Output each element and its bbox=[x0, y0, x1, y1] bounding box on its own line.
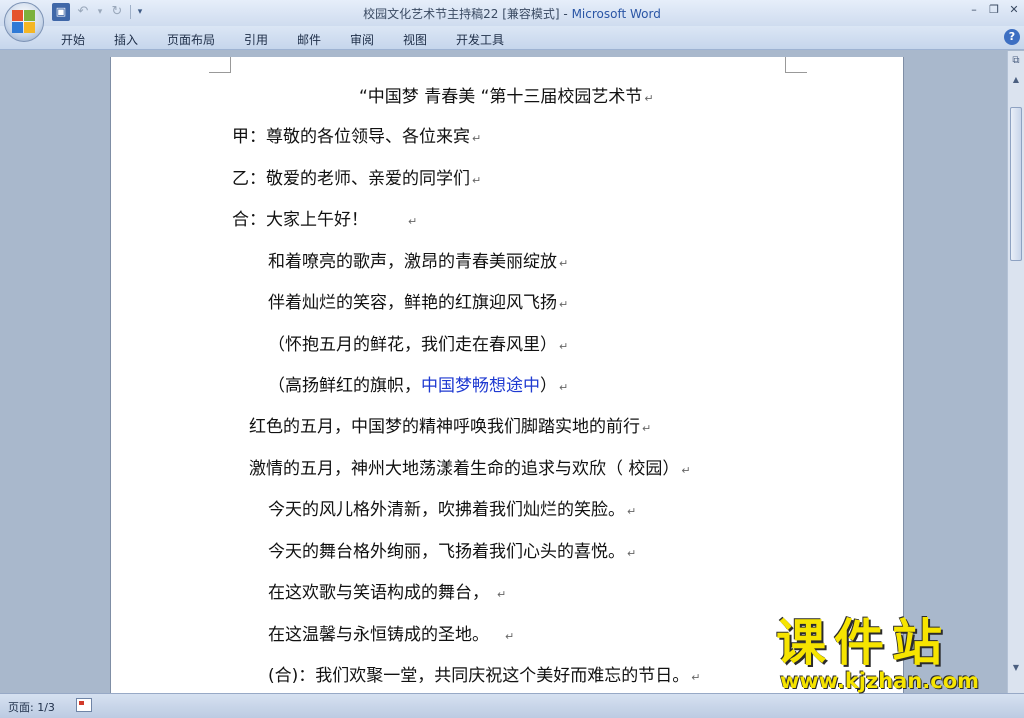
window-controls: – ❐ ✕ bbox=[968, 3, 1020, 16]
tab-insert[interactable]: 插入 bbox=[114, 31, 138, 48]
title-separator: - bbox=[559, 7, 572, 21]
document-title: “中国梦 青春美 “第十三届校园艺术节 ↵ bbox=[359, 87, 654, 107]
crop-mark-top-left bbox=[209, 57, 231, 73]
watermark-logo: 课件站 www.kjzhan.com bbox=[770, 615, 1010, 695]
close-icon[interactable]: ✕ bbox=[1008, 3, 1020, 16]
watermark-main-text: 课件站 bbox=[776, 614, 950, 672]
tab-page-layout[interactable]: 页面布局 bbox=[167, 31, 215, 48]
paragraph: 乙：敬爱的老师、亲爱的同学们 ↵ bbox=[232, 169, 482, 189]
paragraph: （高扬鲜红的旗帜，中国梦畅想途中） ↵ bbox=[268, 376, 569, 396]
paragraph: 激情的五月，神州大地荡漾着生命的追求与欢欣（ 校园） ↵ bbox=[249, 459, 691, 479]
paragraph: (合)：我们欢聚一堂，共同庆祝这个美好而难忘的节日。 ↵ bbox=[268, 666, 701, 686]
scroll-down-icon[interactable]: ▼ bbox=[1009, 661, 1023, 675]
paragraph: 甲：尊敬的各位领导、各位来宾 ↵ bbox=[232, 127, 482, 147]
tab-review[interactable]: 审阅 bbox=[350, 31, 374, 48]
tab-references[interactable]: 引用 bbox=[244, 31, 268, 48]
tab-home[interactable]: 开始 bbox=[61, 31, 85, 48]
paragraph: 在这温馨与永恒铸成的圣地。 ↵ bbox=[268, 625, 515, 645]
window-title: 校园文化艺术节主持稿22 [兼容模式] - Microsoft Word bbox=[0, 5, 1024, 22]
minimize-icon[interactable]: – bbox=[968, 3, 980, 16]
office-logo-icon bbox=[12, 10, 36, 34]
paragraph: 合：大家上午好！ ↵ bbox=[232, 210, 418, 230]
app-name: Microsoft Word bbox=[571, 7, 661, 21]
title-bar: ▣ ↶ ▾ ↻ ▾ 校园文化艺术节主持稿22 [兼容模式] - Microsof… bbox=[0, 0, 1024, 26]
paragraph: 伴着灿烂的笑容，鲜艳的红旗迎风飞扬 ↵ bbox=[268, 293, 569, 313]
highlighted-text: 中国梦畅想途中 bbox=[421, 376, 540, 396]
vertical-scrollbar[interactable]: ⧉ ▲ ▼ bbox=[1007, 51, 1024, 693]
ribbon-tabs: 开始 插入 页面布局 引用 邮件 审阅 视图 开发工具 ? bbox=[0, 26, 1024, 50]
ruler-toggle-icon[interactable]: ⧉ bbox=[1010, 55, 1022, 67]
help-icon[interactable]: ? bbox=[1004, 29, 1020, 45]
page-count[interactable]: 页面: 1/3 bbox=[8, 699, 55, 715]
crop-mark-top-right bbox=[785, 57, 807, 73]
paragraph: （怀抱五月的鲜花，我们走在春风里） ↵ bbox=[268, 335, 569, 355]
paragraph: 红色的五月，中国梦的精神呼唤我们脚踏实地的前行 ↵ bbox=[249, 417, 652, 437]
paragraph: 和着嘹亮的歌声，激昂的青春美丽绽放 ↵ bbox=[268, 252, 569, 272]
proofing-icon[interactable] bbox=[76, 698, 92, 712]
document-name: 校园文化艺术节主持稿22 [兼容模式] bbox=[363, 7, 560, 21]
tab-developer[interactable]: 开发工具 bbox=[456, 31, 504, 48]
restore-icon[interactable]: ❐ bbox=[988, 3, 1000, 16]
scroll-up-icon[interactable]: ▲ bbox=[1009, 73, 1023, 87]
paragraph: 今天的风儿格外清新，吹拂着我们灿烂的笑脸。 ↵ bbox=[268, 500, 637, 520]
document-workspace: “中国梦 青春美 “第十三届校园艺术节 ↵ 甲：尊敬的各位领导、各位来宾 ↵ 乙：敬… bbox=[0, 51, 1007, 693]
status-bar: 页面: 1/3 bbox=[0, 693, 1024, 718]
tab-view[interactable]: 视图 bbox=[403, 31, 427, 48]
tab-mailings[interactable]: 邮件 bbox=[297, 31, 321, 48]
office-button[interactable] bbox=[4, 2, 44, 42]
scroll-thumb[interactable] bbox=[1010, 107, 1022, 261]
document-page[interactable]: “中国梦 青春美 “第十三届校园艺术节 ↵ 甲：尊敬的各位领导、各位来宾 ↵ 乙：敬… bbox=[110, 57, 904, 693]
paragraph: 在这欢歌与笑语构成的舞台， ↵ bbox=[268, 583, 507, 603]
paragraph: 今天的舞台格外绚丽，飞扬着我们心头的喜悦。 ↵ bbox=[268, 542, 637, 562]
watermark-url: www.kjzhan.com bbox=[780, 669, 980, 693]
